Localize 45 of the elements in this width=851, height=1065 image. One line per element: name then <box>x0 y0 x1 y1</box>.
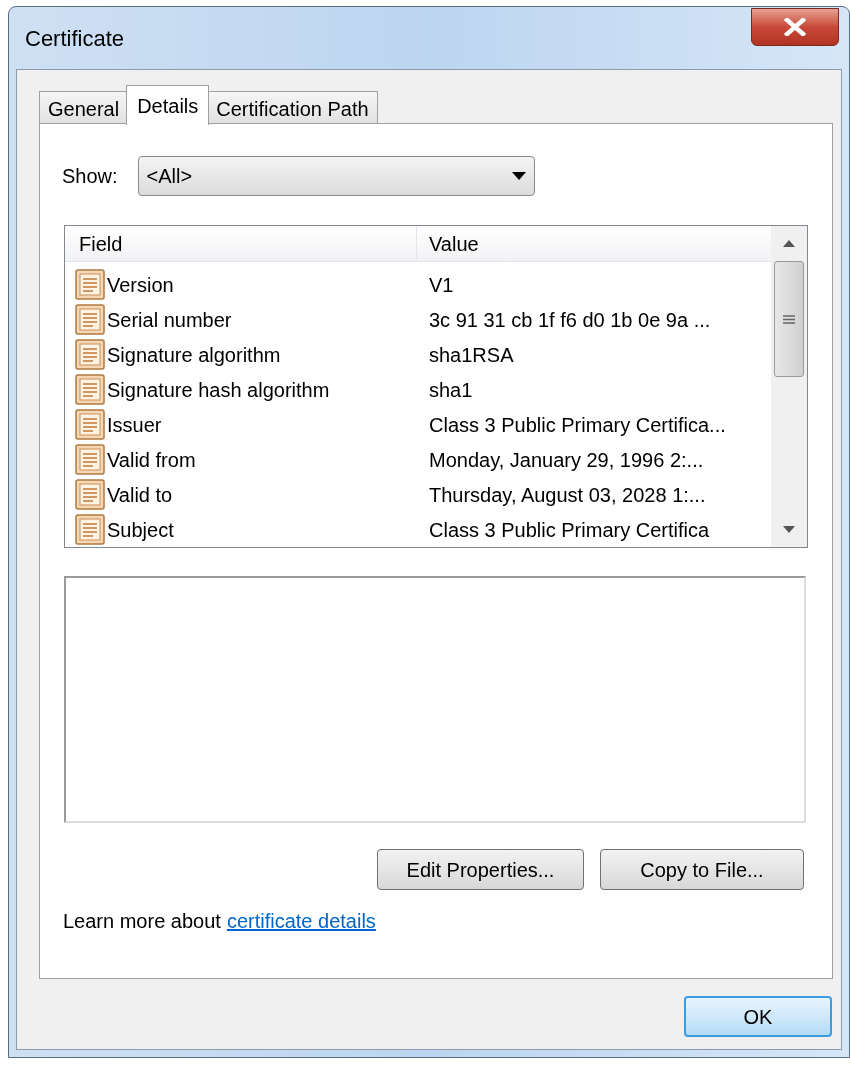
certificate-field-icon <box>75 514 105 545</box>
scrollbar[interactable] <box>771 226 807 547</box>
ok-button[interactable]: OK <box>684 996 832 1037</box>
field-name: Signature algorithm <box>107 342 281 368</box>
certificate-details-link[interactable]: certificate details <box>226 906 376 936</box>
scroll-thumb[interactable] <box>774 261 804 377</box>
field-value: 3c 91 31 cb 1f f6 d0 1b 0e 9a ... <box>428 307 711 333</box>
edit-properties-button[interactable]: Edit Properties... <box>377 849 584 890</box>
field-name: Valid to <box>107 482 173 508</box>
field-value: sha1RSA <box>428 342 514 368</box>
copy-to-file-button[interactable]: Copy to File... <box>600 849 804 890</box>
column-header[interactable]: Value <box>417 226 771 261</box>
field-name: Serial number <box>107 307 232 333</box>
certificate-field-icon <box>75 409 105 440</box>
close-icon <box>784 18 806 36</box>
dropdown-arrow-icon <box>511 172 526 180</box>
field-value: sha1 <box>428 377 473 403</box>
certificate-field-icon <box>75 269 105 300</box>
close-button[interactable] <box>751 8 839 46</box>
tab[interactable]: General <box>39 91 129 125</box>
field-name: Version <box>107 272 174 298</box>
window-title: Certificate <box>25 24 125 53</box>
scroll-down-icon[interactable] <box>783 526 795 533</box>
show-label: Show: <box>62 164 118 189</box>
show-dropdown[interactable]: <All> <box>137 156 535 196</box>
scroll-up-icon[interactable] <box>783 240 795 247</box>
field-name: Issuer <box>107 412 162 438</box>
certificate-field-icon <box>75 374 105 405</box>
tab[interactable]: Certification Path <box>207 91 378 125</box>
field-value: Monday, January 29, 1996 2:... <box>428 447 704 473</box>
field-value: Thursday, August 03, 2028 1:... <box>428 482 706 508</box>
column-header[interactable]: Field <box>65 226 417 261</box>
field-value: Class 3 Public Primary Certifica... <box>428 412 726 438</box>
grip-icon <box>783 314 795 324</box>
help-text: Learn more about <box>63 909 221 934</box>
field-name: Subject <box>107 517 174 543</box>
field-value: Class 3 Public Primary Certifica <box>428 517 710 543</box>
tab[interactable]: Details <box>126 85 210 125</box>
field-name: Signature hash algorithm <box>107 377 330 403</box>
field-value: V1 <box>428 272 454 298</box>
certificate-field-icon <box>75 479 105 510</box>
certificate-field-icon <box>75 304 105 335</box>
certificate-field-icon <box>75 339 105 370</box>
certificate-field-icon <box>75 444 105 475</box>
field-name: Valid from <box>107 447 196 473</box>
